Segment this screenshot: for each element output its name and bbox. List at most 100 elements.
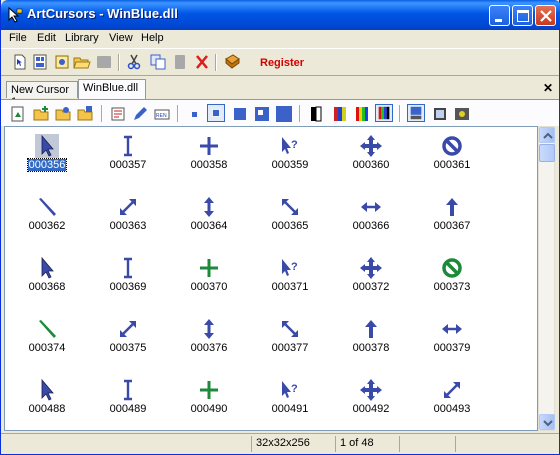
scroll-down-button[interactable] bbox=[539, 414, 555, 430]
cursor-label-text: 000363 bbox=[109, 220, 147, 232]
properties-icon[interactable] bbox=[109, 105, 127, 123]
open-cursor-icon[interactable] bbox=[53, 53, 71, 71]
paste-icon[interactable] bbox=[171, 53, 189, 71]
cursor-cell[interactable]: 000379 bbox=[412, 312, 492, 376]
folder-import-icon[interactable] bbox=[55, 105, 73, 123]
cursor-cell[interactable]: 000363 bbox=[88, 190, 168, 254]
tab-new-cursor-1[interactable]: New Cursor 1 bbox=[6, 81, 78, 108]
svg-text:?: ? bbox=[291, 383, 298, 395]
view-xlarge-icon[interactable] bbox=[253, 105, 271, 123]
move-icon bbox=[360, 379, 382, 401]
cursor-cell[interactable]: 000356 bbox=[7, 129, 87, 193]
cursor-cell[interactable]: 000364 bbox=[169, 190, 249, 254]
cursor-cell[interactable]: 000374 bbox=[7, 312, 87, 376]
maximize-icon bbox=[517, 10, 529, 22]
add-icon[interactable] bbox=[9, 105, 27, 123]
chevron-up-icon bbox=[543, 132, 553, 139]
cursor-cell[interactable]: 000357 bbox=[88, 129, 168, 193]
cursor-cell[interactable]: 000365 bbox=[250, 190, 330, 254]
monochrome-icon[interactable] bbox=[307, 105, 325, 123]
rename-icon[interactable]: REN bbox=[153, 105, 171, 123]
cursor-cell[interactable]: 000489 bbox=[88, 373, 168, 430]
scroll-up-button[interactable] bbox=[539, 127, 555, 143]
cursor-cell[interactable]: 000370 bbox=[169, 251, 249, 315]
cursor-cell[interactable]: 000367 bbox=[412, 190, 492, 254]
film-icon[interactable] bbox=[431, 105, 449, 123]
delete-icon[interactable] bbox=[193, 53, 211, 71]
cursor-cell[interactable]: ? 000371 bbox=[250, 251, 330, 315]
cursor-cell[interactable]: 000366 bbox=[331, 190, 411, 254]
cursor-label-text: 000491 bbox=[271, 403, 309, 415]
resize-nwse-icon bbox=[282, 321, 298, 337]
chevron-down-icon bbox=[543, 420, 553, 427]
app-window: ArtCursors - WinBlue.dll File Edit Libra… bbox=[0, 0, 560, 455]
register-book-icon[interactable] bbox=[223, 53, 241, 71]
cursor-cell[interactable]: 000490 bbox=[169, 373, 249, 430]
no-icon bbox=[442, 258, 462, 278]
cursor-cell[interactable]: 000362 bbox=[7, 190, 87, 254]
cursor-cell[interactable]: 000372 bbox=[331, 251, 411, 315]
menu-file[interactable]: File bbox=[9, 32, 27, 44]
colors-256-icon[interactable] bbox=[353, 105, 371, 123]
menu-view[interactable]: View bbox=[109, 32, 133, 44]
status-empty bbox=[5, 436, 251, 452]
menu-help[interactable]: Help bbox=[141, 32, 164, 44]
new-library-icon[interactable] bbox=[31, 53, 49, 71]
help-arrow-icon: ? bbox=[282, 381, 298, 398]
scroll-thumb[interactable] bbox=[539, 144, 555, 162]
register-button[interactable]: Register bbox=[260, 57, 304, 69]
animate-icon[interactable] bbox=[453, 105, 471, 123]
maximize-button[interactable] bbox=[512, 5, 533, 26]
cursor-label: 000489 bbox=[88, 403, 168, 415]
show-names-icon[interactable] bbox=[407, 104, 425, 122]
cursor-label-text: 000359 bbox=[271, 159, 309, 171]
copy-icon[interactable] bbox=[149, 53, 167, 71]
title-bar[interactable]: ArtCursors - WinBlue.dll bbox=[1, 0, 560, 30]
cursor-cell[interactable]: ? 000491 bbox=[250, 373, 330, 430]
resize-ns-icon bbox=[204, 197, 214, 217]
cursor-grid[interactable]: 000356 000357 000358? 000359 000360 000361 000… bbox=[4, 126, 538, 431]
open-folder-icon[interactable] bbox=[73, 53, 91, 71]
folder-export-icon[interactable] bbox=[77, 105, 95, 123]
view-small-icon[interactable] bbox=[185, 105, 203, 123]
cursor-label: 000361 bbox=[412, 159, 492, 171]
cursor-cell[interactable]: 000493 bbox=[412, 373, 492, 430]
menu-edit[interactable]: Edit bbox=[37, 32, 56, 44]
cursor-cell[interactable]: 000368 bbox=[7, 251, 87, 315]
resize-we-icon bbox=[361, 202, 381, 212]
cursor-cell[interactable]: 000358 bbox=[169, 129, 249, 193]
cursor-cell[interactable]: 000378 bbox=[331, 312, 411, 376]
edit-pen-icon[interactable] bbox=[131, 105, 149, 123]
view-medium-icon[interactable] bbox=[207, 104, 225, 122]
tab-label: WinBlue.dll bbox=[83, 82, 139, 94]
vertical-scrollbar[interactable] bbox=[538, 126, 555, 431]
cursor-cell[interactable]: 000369 bbox=[88, 251, 168, 315]
tab-winblue-dll[interactable]: WinBlue.dll bbox=[78, 79, 146, 99]
view-large-icon[interactable] bbox=[231, 105, 249, 123]
cursor-cell[interactable]: 000377 bbox=[250, 312, 330, 376]
save-icon[interactable] bbox=[95, 53, 113, 71]
folder-add-icon[interactable] bbox=[33, 105, 51, 123]
cursor-label: 000362 bbox=[7, 220, 87, 232]
cut-icon[interactable] bbox=[125, 53, 143, 71]
colors-true-icon[interactable] bbox=[375, 104, 393, 122]
view-huge-icon[interactable] bbox=[275, 105, 293, 123]
cursor-cell[interactable]: 000376 bbox=[169, 312, 249, 376]
cursor-cell[interactable]: 000375 bbox=[88, 312, 168, 376]
cursor-cell[interactable]: 000488 bbox=[7, 373, 87, 430]
cursor-label: 000373 bbox=[412, 281, 492, 293]
no-icon bbox=[442, 136, 462, 156]
toolbar-separator bbox=[101, 105, 103, 122]
close-tab-icon[interactable]: ✕ bbox=[543, 81, 553, 95]
cursor-cell[interactable]: 000373 bbox=[412, 251, 492, 315]
cursor-cell[interactable]: 000361 bbox=[412, 129, 492, 193]
minimize-button[interactable] bbox=[489, 5, 510, 26]
cursor-cell[interactable]: ? 000359 bbox=[250, 129, 330, 193]
cursor-cell[interactable]: 000360 bbox=[331, 129, 411, 193]
close-button[interactable] bbox=[535, 5, 556, 26]
colors-16-icon[interactable] bbox=[331, 105, 349, 123]
new-icon[interactable] bbox=[11, 53, 29, 71]
cursor-label-text: 000493 bbox=[433, 403, 471, 415]
cursor-cell[interactable]: 000492 bbox=[331, 373, 411, 430]
menu-library[interactable]: Library bbox=[65, 32, 99, 44]
